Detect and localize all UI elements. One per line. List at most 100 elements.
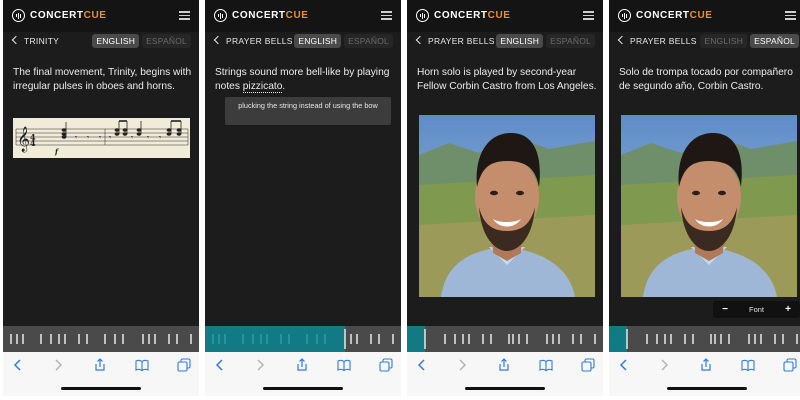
back-arrow-icon[interactable] — [415, 358, 429, 372]
hamburger-menu-icon[interactable] — [785, 11, 796, 20]
font-label: Font — [748, 305, 764, 314]
back-chevron-icon[interactable] — [617, 35, 627, 45]
browser-toolbar — [609, 352, 800, 396]
glossary-term-link[interactable]: pizzicato — [242, 80, 283, 93]
program-note-text: The final movement, Trinity, begins with… — [13, 67, 192, 92]
back-chevron-icon[interactable] — [11, 35, 21, 45]
svg-text:𝄾: 𝄾 — [109, 133, 111, 142]
english-button[interactable]: ENGLISH — [700, 34, 748, 48]
home-indicator — [61, 387, 141, 390]
font-size-control: − Font + — [713, 301, 800, 318]
title-bar: PRAYER BELLS ENGLISH ESPAÑOL — [609, 32, 800, 54]
timeline-scrubber[interactable] — [3, 326, 199, 352]
timeline-cue-markers — [424, 329, 596, 349]
app-logo-text: CONCERTCUE — [434, 10, 511, 21]
svg-text:𝄾: 𝄾 — [159, 133, 161, 142]
spanish-button[interactable]: ESPAÑOL — [546, 34, 595, 48]
program-note-text: Horn solo is played by second-year Fello… — [417, 67, 597, 92]
forward-arrow-icon[interactable] — [253, 358, 267, 372]
piece-title[interactable]: PRAYER BELLS — [226, 36, 293, 46]
tabs-icon[interactable] — [581, 358, 595, 372]
svg-text:𝄾: 𝄾 — [87, 133, 89, 142]
tabs-icon[interactable] — [783, 358, 797, 372]
language-toggle: ENGLISH ESPAÑOL — [92, 34, 191, 48]
phone-screen-prayer-bells-photo-en: CONCERTCUE PRAYER BELLS ENGLISH ESPAÑOL … — [407, 0, 603, 396]
timeline-scrubber[interactable] — [205, 326, 401, 352]
app-logo-text: CONCERTCUE — [232, 10, 309, 21]
home-indicator — [263, 387, 343, 390]
hamburger-menu-icon[interactable] — [381, 11, 392, 20]
svg-text:4: 4 — [30, 138, 36, 148]
music-score-image: 𝄞 4 4 f 𝄾 𝄾 𝄾 𝄾 𝄾 𝄾 𝄾 — [13, 118, 190, 158]
concertcue-logo-icon — [12, 9, 25, 22]
spanish-button[interactable]: ESPAÑOL — [344, 34, 393, 48]
timeline-cue-markers — [212, 329, 394, 349]
share-icon[interactable] — [699, 358, 713, 372]
title-bar: PRAYER BELLS ENGLISH ESPAÑOL — [205, 32, 401, 54]
tabs-icon[interactable] — [379, 358, 393, 372]
svg-text:𝄾: 𝄾 — [99, 133, 101, 142]
home-indicator — [465, 387, 545, 390]
browser-toolbar — [407, 352, 603, 396]
share-icon[interactable] — [497, 358, 511, 372]
title-bar: TRINITY ENGLISH ESPAÑOL — [3, 32, 199, 54]
spanish-button[interactable]: ESPAÑOL — [750, 34, 799, 48]
back-arrow-icon[interactable] — [213, 358, 227, 372]
app-header: CONCERTCUE — [407, 0, 603, 32]
hamburger-menu-icon[interactable] — [179, 11, 190, 20]
browser-toolbar — [3, 352, 199, 396]
app-header: CONCERTCUE — [609, 0, 800, 32]
title-bar: PRAYER BELLS ENGLISH ESPAÑOL — [407, 32, 603, 54]
back-arrow-icon[interactable] — [617, 358, 631, 372]
english-button[interactable]: ENGLISH — [496, 34, 544, 48]
svg-text:f: f — [54, 147, 60, 156]
forward-arrow-icon[interactable] — [51, 358, 65, 372]
timeline-cue-markers — [10, 334, 192, 344]
svg-text:𝄾: 𝄾 — [75, 133, 77, 142]
font-decrease-button[interactable]: − — [720, 304, 730, 315]
performer-portrait-photo — [419, 115, 595, 297]
english-button[interactable]: ENGLISH — [294, 34, 342, 48]
app-header: CONCERTCUE — [3, 0, 199, 32]
timeline-scrubber[interactable] — [407, 326, 603, 352]
home-indicator — [667, 387, 747, 390]
svg-text:𝄾: 𝄾 — [147, 133, 149, 142]
bookmarks-icon[interactable] — [135, 358, 149, 372]
font-increase-button[interactable]: + — [783, 304, 793, 315]
english-button[interactable]: ENGLISH — [92, 34, 140, 48]
language-toggle: ENGLISH ESPAÑOL — [496, 34, 595, 48]
concertcue-logo-icon — [214, 9, 227, 22]
share-icon[interactable] — [295, 358, 309, 372]
back-arrow-icon[interactable] — [11, 358, 25, 372]
piece-title[interactable]: PRAYER BELLS — [630, 36, 697, 46]
svg-text:𝄞: 𝄞 — [17, 126, 30, 152]
svg-text:𝄾: 𝄾 — [131, 133, 133, 142]
hamburger-menu-icon[interactable] — [583, 11, 594, 20]
performer-portrait-photo — [621, 115, 797, 297]
browser-toolbar — [205, 352, 401, 396]
piece-title[interactable]: TRINITY — [24, 36, 59, 46]
spanish-button[interactable]: ESPAÑOL — [142, 34, 191, 48]
concertcue-logo-icon — [618, 9, 631, 22]
timeline-cue-markers — [626, 329, 798, 349]
piece-title[interactable]: PRAYER BELLS — [428, 36, 495, 46]
glossary-tooltip: plucking the string instead of using the… — [225, 97, 391, 125]
bookmarks-icon[interactable] — [741, 358, 755, 372]
tabs-icon[interactable] — [177, 358, 191, 372]
forward-arrow-icon[interactable] — [455, 358, 469, 372]
phone-screen-trinity: CONCERTCUE TRINITY ENGLISH ESPAÑOL The f… — [3, 0, 199, 396]
program-note-text: Solo de trompa tocado por compañero de s… — [619, 67, 793, 92]
forward-arrow-icon[interactable] — [657, 358, 671, 372]
bookmarks-icon[interactable] — [337, 358, 351, 372]
concertcue-logo-icon — [416, 9, 429, 22]
phone-screen-prayer-bells-photo-es: CONCERTCUE PRAYER BELLS ENGLISH ESPAÑOL … — [609, 0, 800, 396]
app-logo-text: CONCERTCUE — [636, 10, 713, 21]
back-chevron-icon[interactable] — [415, 35, 425, 45]
bookmarks-icon[interactable] — [539, 358, 553, 372]
program-note-text: Strings sound more bell-like by playing … — [215, 67, 390, 93]
share-icon[interactable] — [93, 358, 107, 372]
back-chevron-icon[interactable] — [213, 35, 223, 45]
phone-screen-prayer-bells-tooltip: CONCERTCUE PRAYER BELLS ENGLISH ESPAÑOL … — [205, 0, 401, 396]
app-header: CONCERTCUE — [205, 0, 401, 32]
timeline-scrubber[interactable] — [609, 326, 800, 352]
